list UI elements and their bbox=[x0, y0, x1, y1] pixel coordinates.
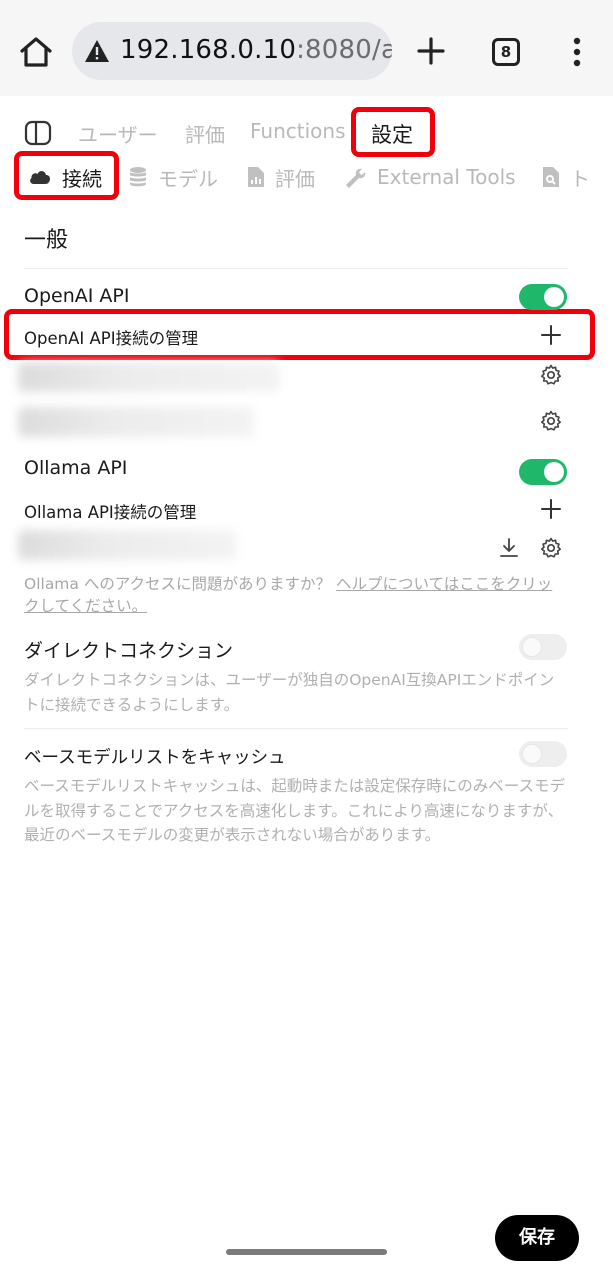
subtab-documents[interactable]: ト bbox=[542, 163, 590, 191]
base-model-cache-label: ベースモデルリストをキャッシュ bbox=[24, 748, 286, 768]
base-model-cache-description: ベースモデルリストキャッシュは、起動時または設定保存時にのみベースモデルを取得す… bbox=[24, 777, 565, 844]
ollama-help-text: Ollama へのアクセスに問題がありますか？ ヘルプについてはここをクリックし… bbox=[24, 573, 564, 617]
database-icon bbox=[130, 167, 146, 187]
direct-connection-label: ダイレクトコネクション bbox=[24, 640, 234, 662]
plus-icon[interactable] bbox=[410, 30, 452, 72]
gear-icon[interactable] bbox=[539, 409, 563, 433]
chart-file-icon bbox=[248, 167, 264, 187]
help-prefix: Ollama へのアクセスに問題がありますか？ bbox=[24, 575, 336, 593]
warning-icon bbox=[85, 40, 109, 62]
subtab-evaluations[interactable]: 評価 bbox=[247, 163, 315, 191]
ollama-connection-url[interactable] bbox=[18, 530, 236, 560]
tab-evaluations[interactable]: 評価 bbox=[185, 119, 225, 148]
more-vert-icon[interactable] bbox=[563, 34, 591, 70]
browser-toolbar: 192.168.0.10:8080/adı 8 bbox=[0, 0, 613, 96]
openai-connection-url-2[interactable] bbox=[18, 407, 254, 437]
toggle-knob bbox=[522, 637, 542, 657]
highlight-settings-tab bbox=[351, 107, 435, 157]
subtab-label: モデル bbox=[158, 166, 218, 191]
save-button[interactable]: 保存 bbox=[495, 1215, 579, 1261]
subtab-label: 評価 bbox=[275, 166, 315, 191]
home-icon[interactable] bbox=[14, 30, 58, 74]
url-text: 192.168.0.10:8080/adı bbox=[120, 35, 392, 65]
tab-users[interactable]: ユーザー bbox=[78, 119, 158, 148]
ollama-api-toggle[interactable] bbox=[519, 459, 567, 485]
subtab-label: External Tools bbox=[377, 165, 516, 189]
openai-manage-label: OpenAI API接続の管理 bbox=[24, 329, 199, 348]
toggle-knob bbox=[544, 462, 564, 482]
wrench-icon bbox=[346, 168, 366, 188]
gesture-nav-handle[interactable] bbox=[226, 1249, 387, 1255]
direct-connection-toggle[interactable] bbox=[519, 634, 567, 660]
subtab-external-tools[interactable]: External Tools bbox=[343, 163, 516, 191]
url-path: :8080/adı bbox=[296, 35, 392, 65]
add-openai-connection-plus-icon[interactable] bbox=[539, 323, 563, 347]
tab-functions[interactable]: Functions bbox=[250, 119, 346, 143]
ollama-manage-label: Ollama API接続の管理 bbox=[24, 503, 197, 522]
section-title: 一般 bbox=[24, 228, 69, 253]
base-model-cache-toggle[interactable] bbox=[519, 741, 567, 767]
ollama-api-label: Ollama API bbox=[24, 457, 128, 479]
add-ollama-connection-plus-icon[interactable] bbox=[539, 497, 563, 521]
address-bar[interactable]: 192.168.0.10:8080/adı bbox=[72, 22, 392, 80]
toggle-knob bbox=[522, 744, 542, 764]
divider bbox=[24, 268, 568, 269]
gear-icon[interactable] bbox=[539, 536, 563, 560]
sidebar-toggle-icon[interactable] bbox=[24, 119, 52, 147]
toggle-knob bbox=[544, 287, 564, 307]
direct-connection-description: ダイレクトコネクションは、ユーザーが独自のOpenAI互換APIエンドポイントに… bbox=[24, 671, 555, 714]
divider bbox=[24, 728, 568, 729]
openai-connection-url-1[interactable] bbox=[18, 362, 280, 392]
gear-icon[interactable] bbox=[539, 363, 563, 387]
openai-api-label: OpenAI API bbox=[24, 285, 130, 307]
doc-search-icon bbox=[543, 167, 559, 187]
openai-api-toggle[interactable] bbox=[519, 284, 567, 310]
subtab-label: ト bbox=[570, 166, 590, 191]
subtab-models[interactable]: モデル bbox=[128, 163, 218, 191]
download-icon[interactable] bbox=[497, 536, 521, 560]
highlight-connections-tab bbox=[14, 151, 119, 200]
url-host: 192.168.0.10 bbox=[120, 35, 297, 65]
tab-switcher-button[interactable]: 8 bbox=[492, 38, 520, 66]
